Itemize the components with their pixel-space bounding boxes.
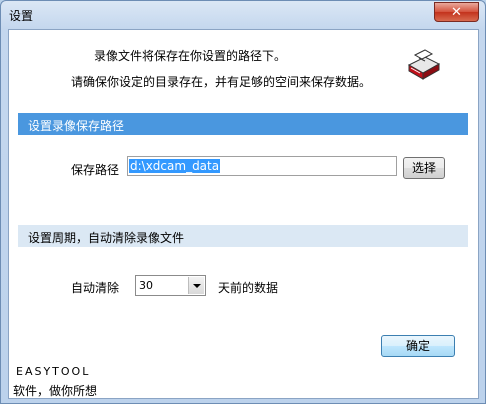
close-button[interactable]: ✕ <box>434 2 479 22</box>
close-icon: ✕ <box>451 4 462 20</box>
days-dropdown[interactable]: 30 <box>135 275 206 296</box>
days-suffix-label: 天前的数据 <box>218 281 279 295</box>
save-path-input[interactable]: d:\xdcam_data <box>127 156 397 176</box>
choose-folder-button[interactable]: 选择 <box>403 157 445 179</box>
intro-text-line2: 请确保你设定的目录存在，并有足够的空间来保存数据。 <box>71 75 372 89</box>
dialog-body: 录像文件将保存在你设置的路径下。 请确保你设定的目录存在，并有足够的空间来保存数… <box>8 29 479 399</box>
cleanup-section-header: 设置周期，自动清除录像文件 <box>18 225 468 247</box>
chevron-down-icon[interactable] <box>188 277 204 294</box>
path-section-title: 设置录像保存路径 <box>28 119 125 133</box>
save-path-value: d:\xdcam_data <box>129 159 221 173</box>
cleanup-section-title: 设置周期，自动清除录像文件 <box>28 231 185 245</box>
hard-drive-icon <box>407 49 441 80</box>
window-title: 设置 <box>9 9 34 23</box>
slogan-label: 软件，做你所想 <box>13 384 98 398</box>
save-path-label: 保存路径 <box>71 163 120 177</box>
auto-clean-label: 自动清除 <box>71 281 120 295</box>
path-section-header: 设置录像保存路径 <box>18 113 468 135</box>
brand-label: EASYTOOL <box>16 365 91 378</box>
days-dropdown-value: 30 <box>139 279 153 292</box>
title-bar[interactable]: 设置 ✕ <box>1 1 485 29</box>
settings-window: 设置 ✕ 录像文件将保存在你设置的路径下。 请确保你设定的目录存在，并有足够的空… <box>0 0 486 404</box>
intro-text-line1: 录像文件将保存在你设置的路径下。 <box>94 49 287 63</box>
ok-button[interactable]: 确定 <box>381 335 455 357</box>
